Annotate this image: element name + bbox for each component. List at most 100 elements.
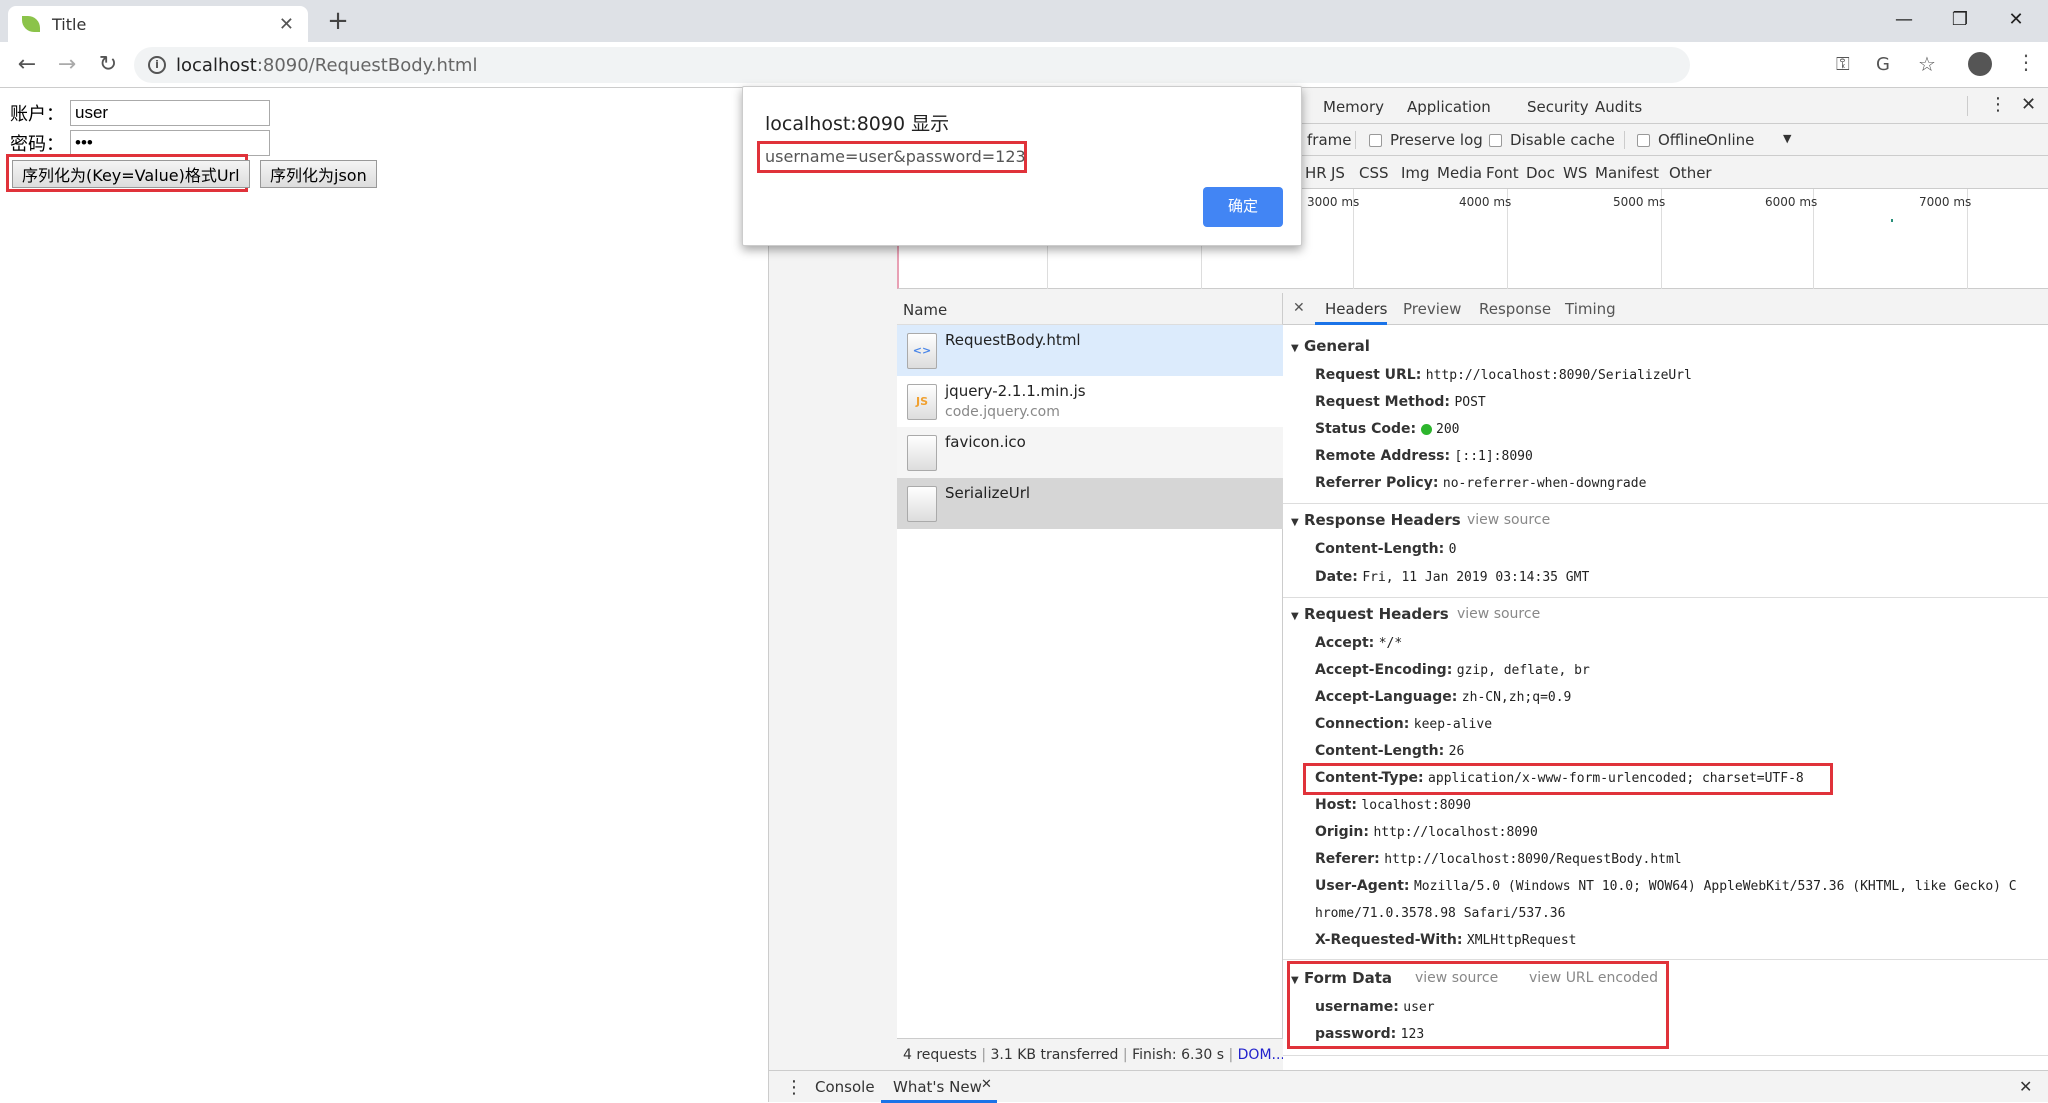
- section-request-headers[interactable]: ▼ Request Headers: [1291, 605, 1449, 623]
- offline-checkbox[interactable]: Offline: [1637, 131, 1707, 149]
- forward-button[interactable]: →: [52, 50, 82, 80]
- view-url-encoded-link[interactable]: view URL encoded: [1529, 970, 1658, 986]
- minimize-button[interactable]: —: [1876, 4, 1932, 36]
- filter-other[interactable]: Other: [1669, 164, 1712, 182]
- bookmark-star-icon[interactable]: ☆: [1918, 52, 1936, 76]
- request-row[interactable]: <> RequestBody.html: [897, 325, 1283, 376]
- tab-application[interactable]: Application: [1407, 98, 1491, 116]
- tab-memory[interactable]: Memory: [1323, 98, 1384, 116]
- header-row: Accept-Language: zh-CN,zh;q=0.9: [1315, 689, 1571, 705]
- drawer-menu-icon[interactable]: ⋮: [785, 1077, 803, 1098]
- filter-manifest[interactable]: Manifest: [1595, 164, 1659, 182]
- tab-response[interactable]: Response: [1479, 300, 1551, 318]
- request-row[interactable]: JS jquery-2.1.1.min.js code.jquery.com: [897, 376, 1283, 427]
- expand-triangle-icon: ▼: [1291, 517, 1299, 528]
- tab-preview[interactable]: Preview: [1403, 300, 1461, 318]
- html-file-icon: <>: [907, 333, 937, 369]
- tab-headers[interactable]: Headers: [1325, 300, 1387, 318]
- menu-kebab-icon[interactable]: ⋮: [2016, 50, 2036, 74]
- filter-js[interactable]: JS: [1331, 164, 1345, 182]
- close-whats-new-icon[interactable]: ✕: [981, 1077, 992, 1092]
- request-row[interactable]: favicon.ico: [897, 427, 1283, 478]
- browser-tab[interactable]: Title ✕: [8, 6, 308, 42]
- view-source-link[interactable]: view source: [1467, 512, 1550, 528]
- header-row: Host: localhost:8090: [1315, 797, 1471, 813]
- restore-button[interactable]: ❐: [1932, 4, 1988, 36]
- view-source-link[interactable]: view source: [1415, 970, 1498, 986]
- header-value: hrome/71.0.3578.98 Safari/537.36: [1315, 906, 1566, 921]
- account-input[interactable]: [70, 100, 270, 126]
- filter-img[interactable]: Img: [1401, 164, 1430, 182]
- filter-xhr[interactable]: HR: [1305, 164, 1327, 182]
- section-response-headers[interactable]: ▼ Response Headers: [1291, 511, 1461, 529]
- tab-audits[interactable]: Audits: [1595, 98, 1642, 116]
- url-path: :8090/RequestBody.html: [256, 54, 478, 76]
- js-file-icon: JS: [907, 384, 937, 420]
- request-row-selected[interactable]: SerializeUrl: [897, 478, 1283, 529]
- translate-icon[interactable]: G: [1876, 54, 1890, 75]
- section-general[interactable]: ▼ General: [1291, 337, 1370, 355]
- header-key: Accept-Language:: [1315, 689, 1458, 705]
- ok-button[interactable]: 确定: [1203, 187, 1283, 227]
- close-window-button[interactable]: ✕: [1988, 4, 2044, 36]
- profile-avatar-icon[interactable]: [1968, 52, 1992, 76]
- reload-button[interactable]: ↻: [93, 50, 123, 80]
- tab-timing[interactable]: Timing: [1565, 300, 1616, 318]
- header-value: Fri, 11 Jan 2019 03:14:35 GMT: [1362, 570, 1590, 585]
- header-key: Origin:: [1315, 824, 1369, 840]
- header-row: Referrer Policy: no-referrer-when-downgr…: [1315, 475, 1646, 491]
- back-button[interactable]: ←: [12, 50, 42, 80]
- preserve-log-checkbox[interactable]: Preserve log: [1369, 131, 1483, 149]
- tick-label: 7000 ms: [1919, 195, 1972, 209]
- offline-label: Offline: [1658, 131, 1708, 149]
- serialize-url-button[interactable]: 序列化为(Key=Value)格式Url: [12, 160, 250, 188]
- drawer-tab-console[interactable]: Console: [815, 1078, 875, 1096]
- checkbox[interactable]: [1489, 134, 1502, 147]
- throttle-select[interactable]: Online: [1706, 131, 1754, 149]
- divider: [1355, 131, 1356, 149]
- header-row: Date: Fri, 11 Jan 2019 03:14:35 GMT: [1315, 569, 1589, 585]
- close-devtools-icon[interactable]: ✕: [2021, 94, 2036, 115]
- view-source-link[interactable]: view source: [1457, 606, 1540, 622]
- close-tab-icon[interactable]: ✕: [279, 14, 294, 35]
- header-row: User-Agent: Mozilla/5.0 (Windows NT 10.0…: [1315, 878, 2017, 894]
- header-row: Origin: http://localhost:8090: [1315, 824, 1538, 840]
- header-value: Mozilla/5.0 (Windows NT 10.0; WOW64) App…: [1413, 879, 2017, 894]
- blank-file-icon: [907, 486, 937, 522]
- header-row-content-type: Content-Type: application/x-www-form-url…: [1315, 770, 1804, 786]
- filter-ws[interactable]: WS: [1563, 164, 1587, 182]
- close-details-icon[interactable]: ✕: [1293, 300, 1305, 316]
- expand-triangle-icon: ▼: [1291, 975, 1299, 986]
- filter-doc[interactable]: Doc: [1526, 164, 1555, 182]
- spring-leaf-favicon-icon: [22, 16, 40, 32]
- disable-cache-checkbox[interactable]: Disable cache: [1489, 131, 1615, 149]
- info-icon[interactable]: i: [148, 56, 166, 74]
- devtools-menu-icon[interactable]: ⋮: [1989, 94, 2007, 115]
- filter-css[interactable]: CSS: [1359, 164, 1389, 182]
- header-value: XMLHttpRequest: [1466, 933, 1577, 948]
- serialize-json-button[interactable]: 序列化为json: [260, 160, 377, 188]
- address-bar[interactable]: i localhost:8090/RequestBody.html: [134, 47, 1690, 83]
- section-form-data[interactable]: ▼ Form Data: [1291, 969, 1392, 987]
- password-label: 密码：: [10, 134, 64, 155]
- account-label: 账户：: [10, 104, 64, 125]
- drawer-tab-whats-new[interactable]: What's New: [893, 1078, 982, 1096]
- form-key: password:: [1315, 1026, 1397, 1042]
- name-column-header[interactable]: Name: [897, 293, 1283, 325]
- header-key: Accept-Encoding:: [1315, 662, 1453, 678]
- filter-media[interactable]: Media: [1437, 164, 1482, 182]
- password-input[interactable]: [70, 130, 270, 156]
- new-tab-button[interactable]: +: [322, 6, 354, 38]
- close-drawer-icon[interactable]: ✕: [2019, 1077, 2032, 1096]
- header-key: Date:: [1315, 569, 1358, 585]
- header-value: keep-alive: [1413, 717, 1493, 732]
- tab-security[interactable]: Security: [1527, 98, 1589, 116]
- key-icon[interactable]: ⚿: [1836, 54, 1850, 75]
- form-value: 123: [1400, 1027, 1425, 1042]
- section-title: General: [1303, 337, 1370, 355]
- dropdown-arrow-icon[interactable]: ▼: [1783, 132, 1791, 145]
- checkbox[interactable]: [1369, 134, 1382, 147]
- tab-title: Title: [52, 14, 87, 34]
- filter-font[interactable]: Font: [1486, 164, 1519, 182]
- checkbox[interactable]: [1637, 134, 1650, 147]
